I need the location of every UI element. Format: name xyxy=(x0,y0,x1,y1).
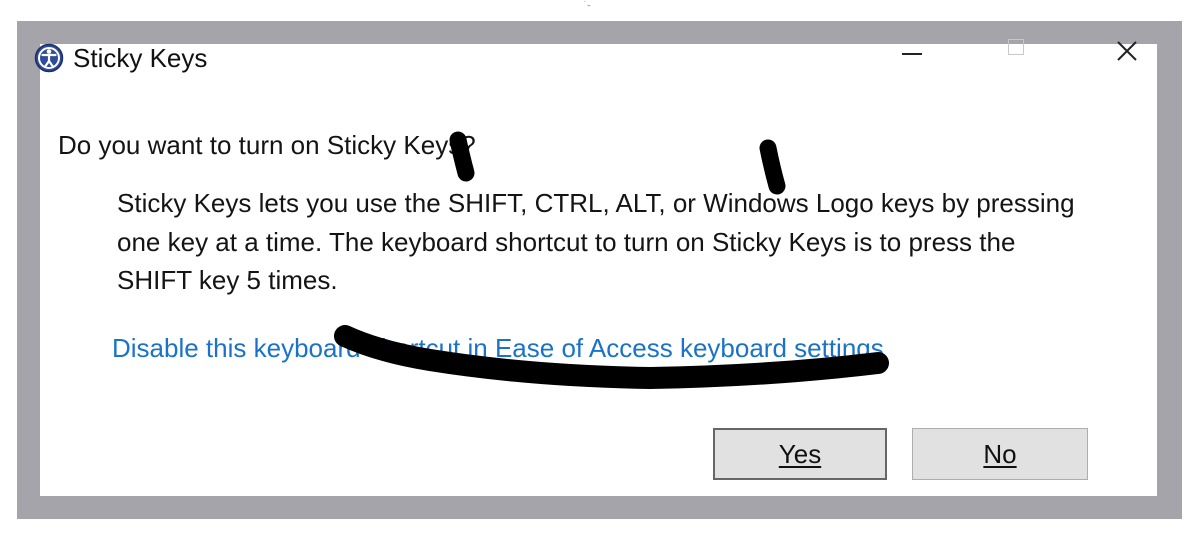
description-line: SHIFT key 5 times. xyxy=(117,265,338,295)
title-bar[interactable]: Sticky Keys xyxy=(34,39,1157,92)
description-line: one key at a time. The keyboard shortcut… xyxy=(117,226,1016,257)
window-title: Sticky Keys xyxy=(73,43,208,73)
top-edge-marks: ˙ ̵ xyxy=(584,0,589,9)
no-button[interactable]: No xyxy=(912,428,1088,480)
disable-shortcut-link[interactable]: Disable this keyboard shortcut in Ease o… xyxy=(112,331,884,365)
ease-of-access-icon xyxy=(34,43,64,73)
close-icon[interactable] xyxy=(1112,38,1142,68)
dialog-description: Sticky Keys lets you use the SHIFT, CTRL… xyxy=(117,184,1137,300)
yes-button-label: Yes xyxy=(778,438,822,469)
maximize-icon[interactable] xyxy=(1006,38,1028,68)
no-button-label: No xyxy=(983,438,1017,469)
dialog-question: Do you want to turn on Sticky Keys? xyxy=(58,130,476,160)
minimize-icon[interactable] xyxy=(902,38,924,68)
yes-button[interactable]: Yes xyxy=(713,428,887,480)
description-line: Sticky Keys lets you use the SHIFT, CTRL… xyxy=(117,188,1075,218)
sticky-keys-dialog: Sticky Keys Do you want to turn on Stick… xyxy=(34,39,1157,496)
